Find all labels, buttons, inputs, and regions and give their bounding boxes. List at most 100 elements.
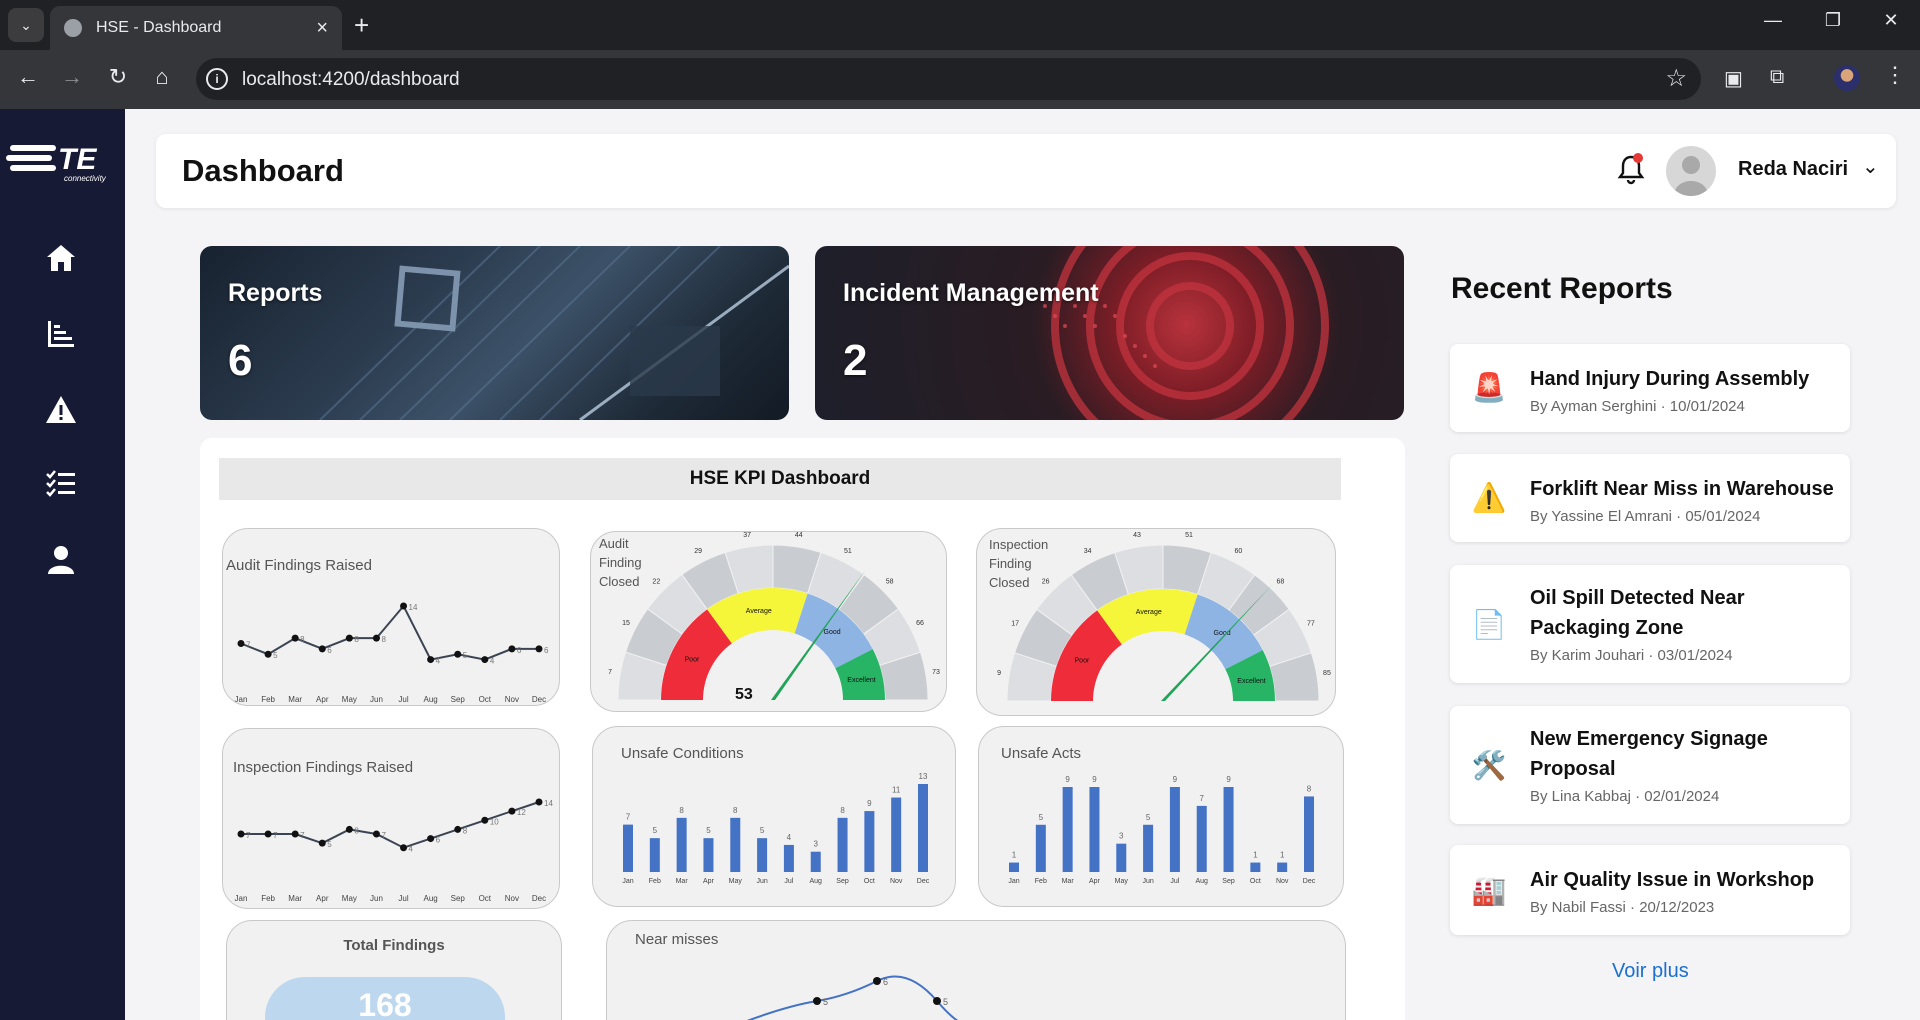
data-label: 14	[409, 603, 418, 612]
warning-sign-icon: ⚠️	[1471, 481, 1507, 513]
bar-value-label: 11	[892, 786, 901, 795]
month-tick-label: Mar	[676, 878, 689, 885]
data-label: 10	[490, 817, 499, 826]
gauge-tick-label: 44	[795, 532, 803, 539]
see-more-link[interactable]: Voir plus	[1612, 960, 1689, 983]
unsafe-conditions-panel: Unsafe Conditions 7 Jan 5 Feb 8 Mar 5 Apr 8 May 5 J…	[592, 726, 956, 907]
bar-value-label: 8	[679, 806, 684, 815]
data-point	[400, 602, 408, 610]
site-info-icon[interactable]: i	[206, 68, 228, 90]
minimize-button[interactable]: —	[1750, 10, 1796, 31]
report-card[interactable]: 🛠️ New Emergency Signage Proposal By Lin…	[1450, 706, 1850, 824]
extension-icon[interactable]: ▣	[1724, 66, 1743, 91]
month-tick-label: Nov	[505, 695, 519, 704]
bar-value-label: 4	[787, 833, 792, 842]
window-close-button[interactable]: ✕	[1868, 10, 1914, 31]
month-tick-label: Jun	[370, 894, 383, 903]
browser-menu-icon[interactable]: ⋮	[1884, 62, 1906, 88]
bookmark-star-icon[interactable]: ☆	[1665, 64, 1687, 93]
chart-bars-icon[interactable]	[44, 317, 78, 351]
month-tick-label: Jun	[370, 695, 383, 704]
data-label: 14	[544, 799, 553, 808]
header-bar: Dashboard Reda Naciri ⌄	[156, 134, 1896, 208]
report-card[interactable]: 🚨 Hand Injury During Assembly By Ayman S…	[1450, 344, 1850, 432]
report-card[interactable]: ⚠️ Forklift Near Miss in Warehouse By Ya…	[1450, 454, 1850, 542]
checklist-icon[interactable]	[44, 467, 78, 501]
reports-card[interactable]: Reports 6	[200, 246, 789, 420]
near-miss-data-label: 6	[883, 977, 888, 987]
browser-tab[interactable]: HSE - Dashboard ×	[50, 6, 342, 50]
bar	[1143, 824, 1154, 872]
tab-search-button[interactable]: ⌄	[8, 8, 44, 42]
data-label: 7	[246, 641, 251, 650]
gauge-tick-label: 51	[1185, 532, 1193, 539]
report-meta: By Nabil Fassi · 20/12/2023	[1530, 899, 1715, 916]
data-point	[454, 650, 462, 658]
home-browser-icon[interactable]: ⌂	[146, 64, 178, 90]
gauge-band-label: Poor	[1075, 658, 1090, 665]
bar	[1062, 787, 1073, 872]
month-tick-label: Feb	[649, 878, 661, 885]
month-tick-label: Oct	[479, 894, 492, 903]
reload-icon[interactable]: ↻	[102, 64, 134, 90]
gauge-tick-label: 37	[743, 532, 751, 539]
bar-value-label: 5	[1146, 813, 1151, 822]
chevron-down-icon[interactable]: ⌄	[1862, 154, 1879, 179]
report-card[interactable]: 📄 Oil Spill Detected Near Packaging Zone…	[1450, 565, 1850, 683]
data-label: 7	[300, 831, 305, 840]
bar-value-label: 9	[867, 799, 872, 808]
puzzle-icon[interactable]: ⧉	[1770, 66, 1784, 89]
near-misses-panel: Near misses 5 6 5	[606, 920, 1346, 1020]
forward-icon[interactable]: →	[56, 64, 88, 90]
new-tab-button[interactable]: +	[354, 10, 369, 40]
tab-close-icon[interactable]: ×	[316, 17, 328, 40]
home-icon[interactable]	[44, 241, 78, 275]
gauge-tick-label: 34	[1084, 548, 1092, 555]
gauge-tick-label: 9	[997, 670, 1001, 677]
inspection-findings-raised-chart: 7 Jan 7 Feb 7 Mar 5 Apr 8 May 7 Jun 4 Jul 6 Aug 8 Sep 10 Oc…	[235, 798, 553, 903]
page-title: Dashboard	[182, 153, 344, 188]
month-tick-label: Jul	[784, 878, 793, 885]
incident-card-background	[1043, 246, 1329, 420]
month-tick-label: Sep	[451, 894, 466, 903]
user-name[interactable]: Reda Naciri	[1738, 158, 1848, 181]
data-point	[345, 825, 353, 833]
address-bar[interactable]: i localhost:4200/dashboard ☆	[196, 58, 1701, 100]
user-icon[interactable]	[44, 543, 78, 577]
data-label: 8	[381, 635, 386, 644]
back-icon[interactable]: ←	[12, 64, 44, 90]
reports-card-background	[319, 246, 789, 420]
bar	[703, 838, 714, 872]
gauge-tick-label: 22	[652, 578, 660, 585]
audit-findings-raised-panel: Audit Findings Raised 7 Jan 5 Feb 8 Mar 6 Apr 8 M…	[222, 528, 560, 706]
report-card[interactable]: 🏭 Air Quality Issue in Workshop By Nabil…	[1450, 845, 1850, 935]
profile-avatar-icon[interactable]	[1834, 65, 1860, 91]
report-title: Air Quality Issue in Workshop	[1530, 869, 1815, 891]
data-label: 5	[273, 651, 278, 660]
browser-tab-strip: ⌄ HSE - Dashboard × + — ❐ ✕	[0, 0, 1920, 50]
restore-button[interactable]: ❐	[1810, 10, 1856, 31]
incident-management-card[interactable]: Incident Management 2	[815, 246, 1404, 420]
month-tick-label: Oct	[1250, 878, 1261, 885]
report-meta: By Ayman Serghini · 10/01/2024	[1530, 398, 1745, 415]
data-point	[372, 830, 380, 838]
bar	[649, 838, 660, 872]
bar-value-label: 1	[1280, 851, 1285, 860]
gauge-band-label: Excellent	[1237, 678, 1265, 685]
bar	[757, 838, 768, 872]
near-misses-chart: 5 6 5	[746, 975, 959, 1020]
gauge-band-label: Average	[746, 608, 772, 615]
data-label: 7	[246, 831, 251, 840]
month-tick-label: Apr	[1089, 878, 1101, 885]
notification-dot	[1633, 153, 1643, 163]
month-tick-label: Apr	[703, 878, 715, 885]
notification-bell-icon[interactable]	[1616, 152, 1646, 186]
warning-icon[interactable]	[44, 393, 78, 427]
near-miss-data-label: 5	[943, 997, 948, 1007]
avatar[interactable]	[1666, 146, 1716, 196]
report-title: Hand Injury During Assembly	[1530, 368, 1810, 390]
bar-value-label: 13	[919, 772, 928, 781]
gauge-tick-label: 7	[608, 669, 612, 676]
data-label: 8	[354, 826, 359, 835]
gauge-tick-label: 51	[844, 548, 852, 555]
